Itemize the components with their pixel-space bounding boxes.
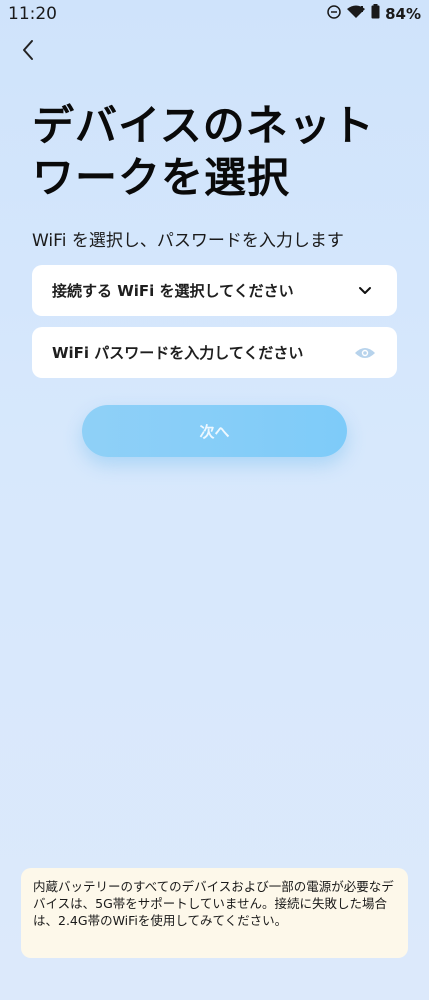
chevron-left-icon	[21, 39, 35, 65]
notice-box: 内蔵バッテリーのすべてのデバイスおよび一部の電源が必要なデバイスは、5G帯をサポ…	[21, 868, 408, 958]
wifi-password-field[interactable]: WiFi パスワードを入力してください	[32, 327, 397, 378]
battery-percent: 84%	[385, 4, 421, 23]
status-bar: 11:20 84%	[0, 0, 429, 30]
eye-icon[interactable]	[353, 341, 377, 365]
next-button-label: 次へ	[199, 422, 230, 441]
wifi-select[interactable]: 接続する WiFi を選択してください	[32, 265, 397, 316]
wifi-icon	[346, 4, 366, 23]
page-title: デバイスのネットワークを選択	[32, 101, 375, 202]
page-subtitle: WiFi を選択し、パスワードを入力します	[32, 231, 344, 251]
next-button[interactable]: 次へ	[82, 405, 347, 457]
wifi-select-placeholder: 接続する WiFi を選択してください	[52, 282, 294, 300]
back-button[interactable]	[14, 38, 42, 66]
status-time: 11:20	[8, 4, 57, 24]
status-icons: 84%	[327, 4, 421, 23]
chevron-down-icon	[353, 279, 377, 303]
do-not-disturb-icon	[327, 4, 341, 23]
wifi-password-placeholder: WiFi パスワードを入力してください	[52, 344, 304, 362]
battery-icon	[371, 4, 380, 23]
